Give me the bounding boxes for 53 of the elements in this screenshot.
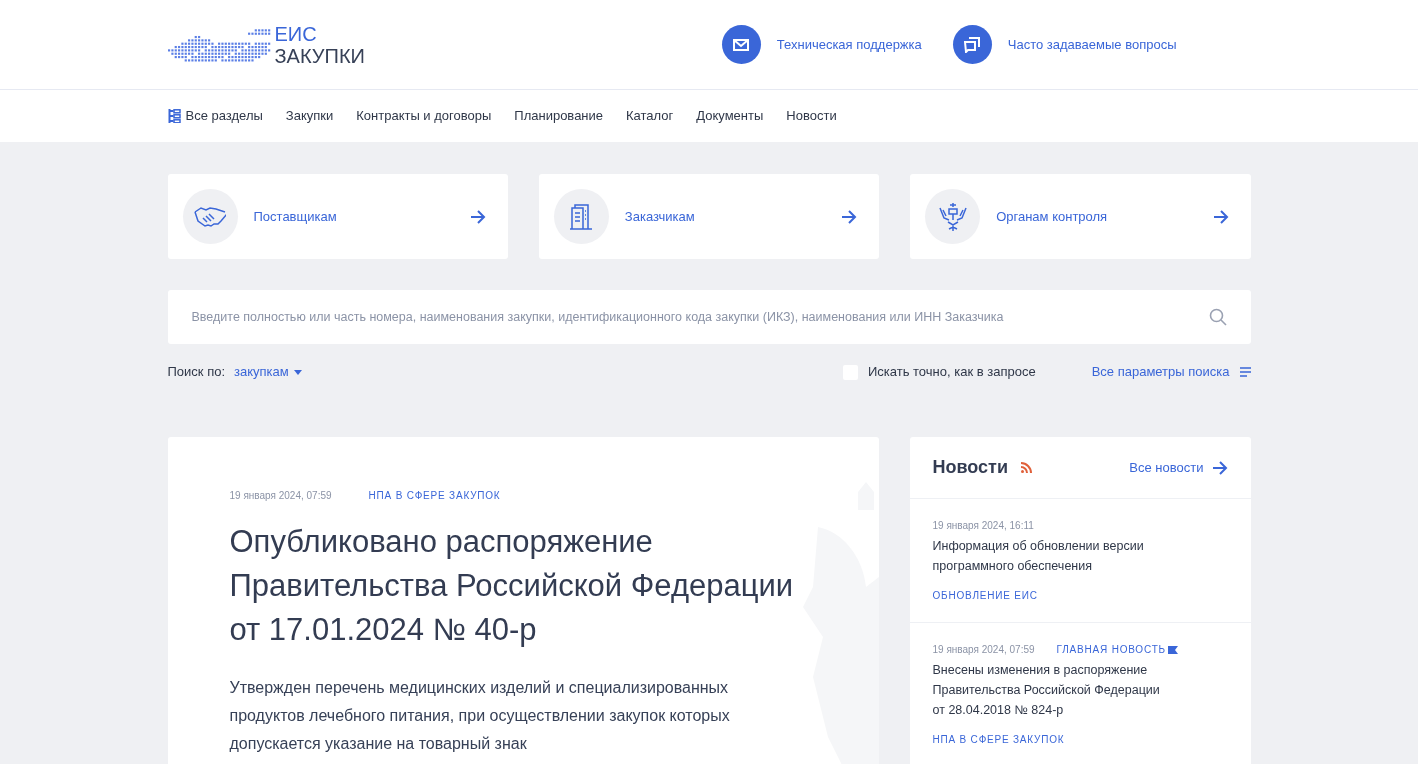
chat-icon (964, 36, 981, 53)
caret-icon (293, 369, 302, 375)
search-scope-dropdown[interactable]: закупкам (234, 362, 302, 382)
all-news-link[interactable]: Все новости (1129, 457, 1228, 478)
arrow-icon (469, 209, 486, 224)
all-sections-link[interactable]: Все разделы (167, 106, 263, 126)
eagle-emblem-icon (937, 201, 968, 232)
checkbox-label: Искать точно, как в запросе (867, 363, 1036, 382)
article-summary: Утвержден перечень медицинских изделий и специализированных продуктов лечебного питания, при осуществлении закупок которых допускается указание на товарный знак (229, 678, 731, 754)
header-link[interactable]: Часто задаваемые вопросы (1007, 34, 1177, 55)
flag-icon (1167, 645, 1178, 654)
news-date: 19 января 2024, 16:11 (932, 519, 1034, 533)
nav-link[interactable]: Каталог (626, 106, 674, 126)
news-date: 19 января 2024, 07:59 (932, 643, 1035, 657)
sections-icon (167, 109, 181, 123)
search-input: Введите полностью или часть номера, наименования закупки, идентификационного кода закупки (ИКЗ), наименования или ИНН Заказчика (191, 307, 1209, 327)
support-icon-button[interactable] (721, 25, 761, 64)
nav-link[interactable]: Новости (786, 106, 837, 126)
news-title-link[interactable]: Информация об обновлении версии программного обеспечения (932, 536, 1171, 576)
nav-link[interactable]: Планирование (514, 106, 604, 126)
news-title-link[interactable]: Внесены изменения в распоряжение Правительства Российской Федерации от 28.04.2018 № 824-р (932, 660, 1171, 720)
all-parameters-link[interactable]: Все параметры поиска (1091, 362, 1251, 382)
search-by-label: Поиск по: (167, 363, 226, 382)
card-label: Поставщикам (253, 207, 338, 226)
handshake-icon (194, 205, 226, 228)
audience-card[interactable]: Органам контроля (910, 174, 1251, 259)
filter-lines-icon (1239, 367, 1251, 377)
document-icon (569, 203, 594, 230)
nav-link[interactable]: Закупки (285, 106, 334, 126)
logo-text: ЕИС (274, 22, 318, 45)
arrow-icon (1211, 460, 1228, 475)
envelope-icon (733, 38, 750, 51)
arrow-icon (1212, 209, 1229, 224)
arrow-icon (841, 209, 858, 224)
nav-link[interactable]: Документы (696, 106, 764, 126)
news-heading: Новости (932, 456, 1008, 479)
rss-icon[interactable] (1021, 462, 1032, 473)
article-title[interactable]: Опубликовано распоряжение Правительства Российской Федерации от 17.01.2024 № 40-р (229, 520, 820, 652)
article-date: 19 января 2024, 07:59 (229, 489, 332, 503)
logo-text: ЗАКУПКИ (274, 44, 365, 67)
category-link[interactable]: НПА В СФЕРЕ ЗАКУПОК (368, 488, 501, 503)
news-category-link[interactable]: НПА В СФЕРЕ ЗАКУПОК (932, 732, 1065, 747)
faq-icon-button[interactable] (952, 25, 992, 64)
nav-link[interactable]: Контракты и договоры (356, 106, 492, 126)
search-icon[interactable] (1208, 308, 1227, 326)
news-category-link[interactable]: ОБНОВЛЕНИЕ ЕИС (932, 588, 1038, 603)
header-link[interactable]: Техническая поддержка (776, 34, 922, 55)
card-label: Органам контроля (996, 207, 1109, 226)
main-news-label: ГЛАВНАЯ НОВОСТЬ (1056, 643, 1166, 657)
audience-card[interactable]: Поставщикам (167, 174, 508, 259)
audience-card[interactable]: Заказчикам (538, 174, 880, 259)
card-label: Заказчикам (624, 207, 696, 226)
search-field[interactable]: Введите полностью или часть номера, наименования закупки, идентификационного кода закупки (ИКЗ), наименования или ИНН Заказчика (167, 290, 1251, 344)
